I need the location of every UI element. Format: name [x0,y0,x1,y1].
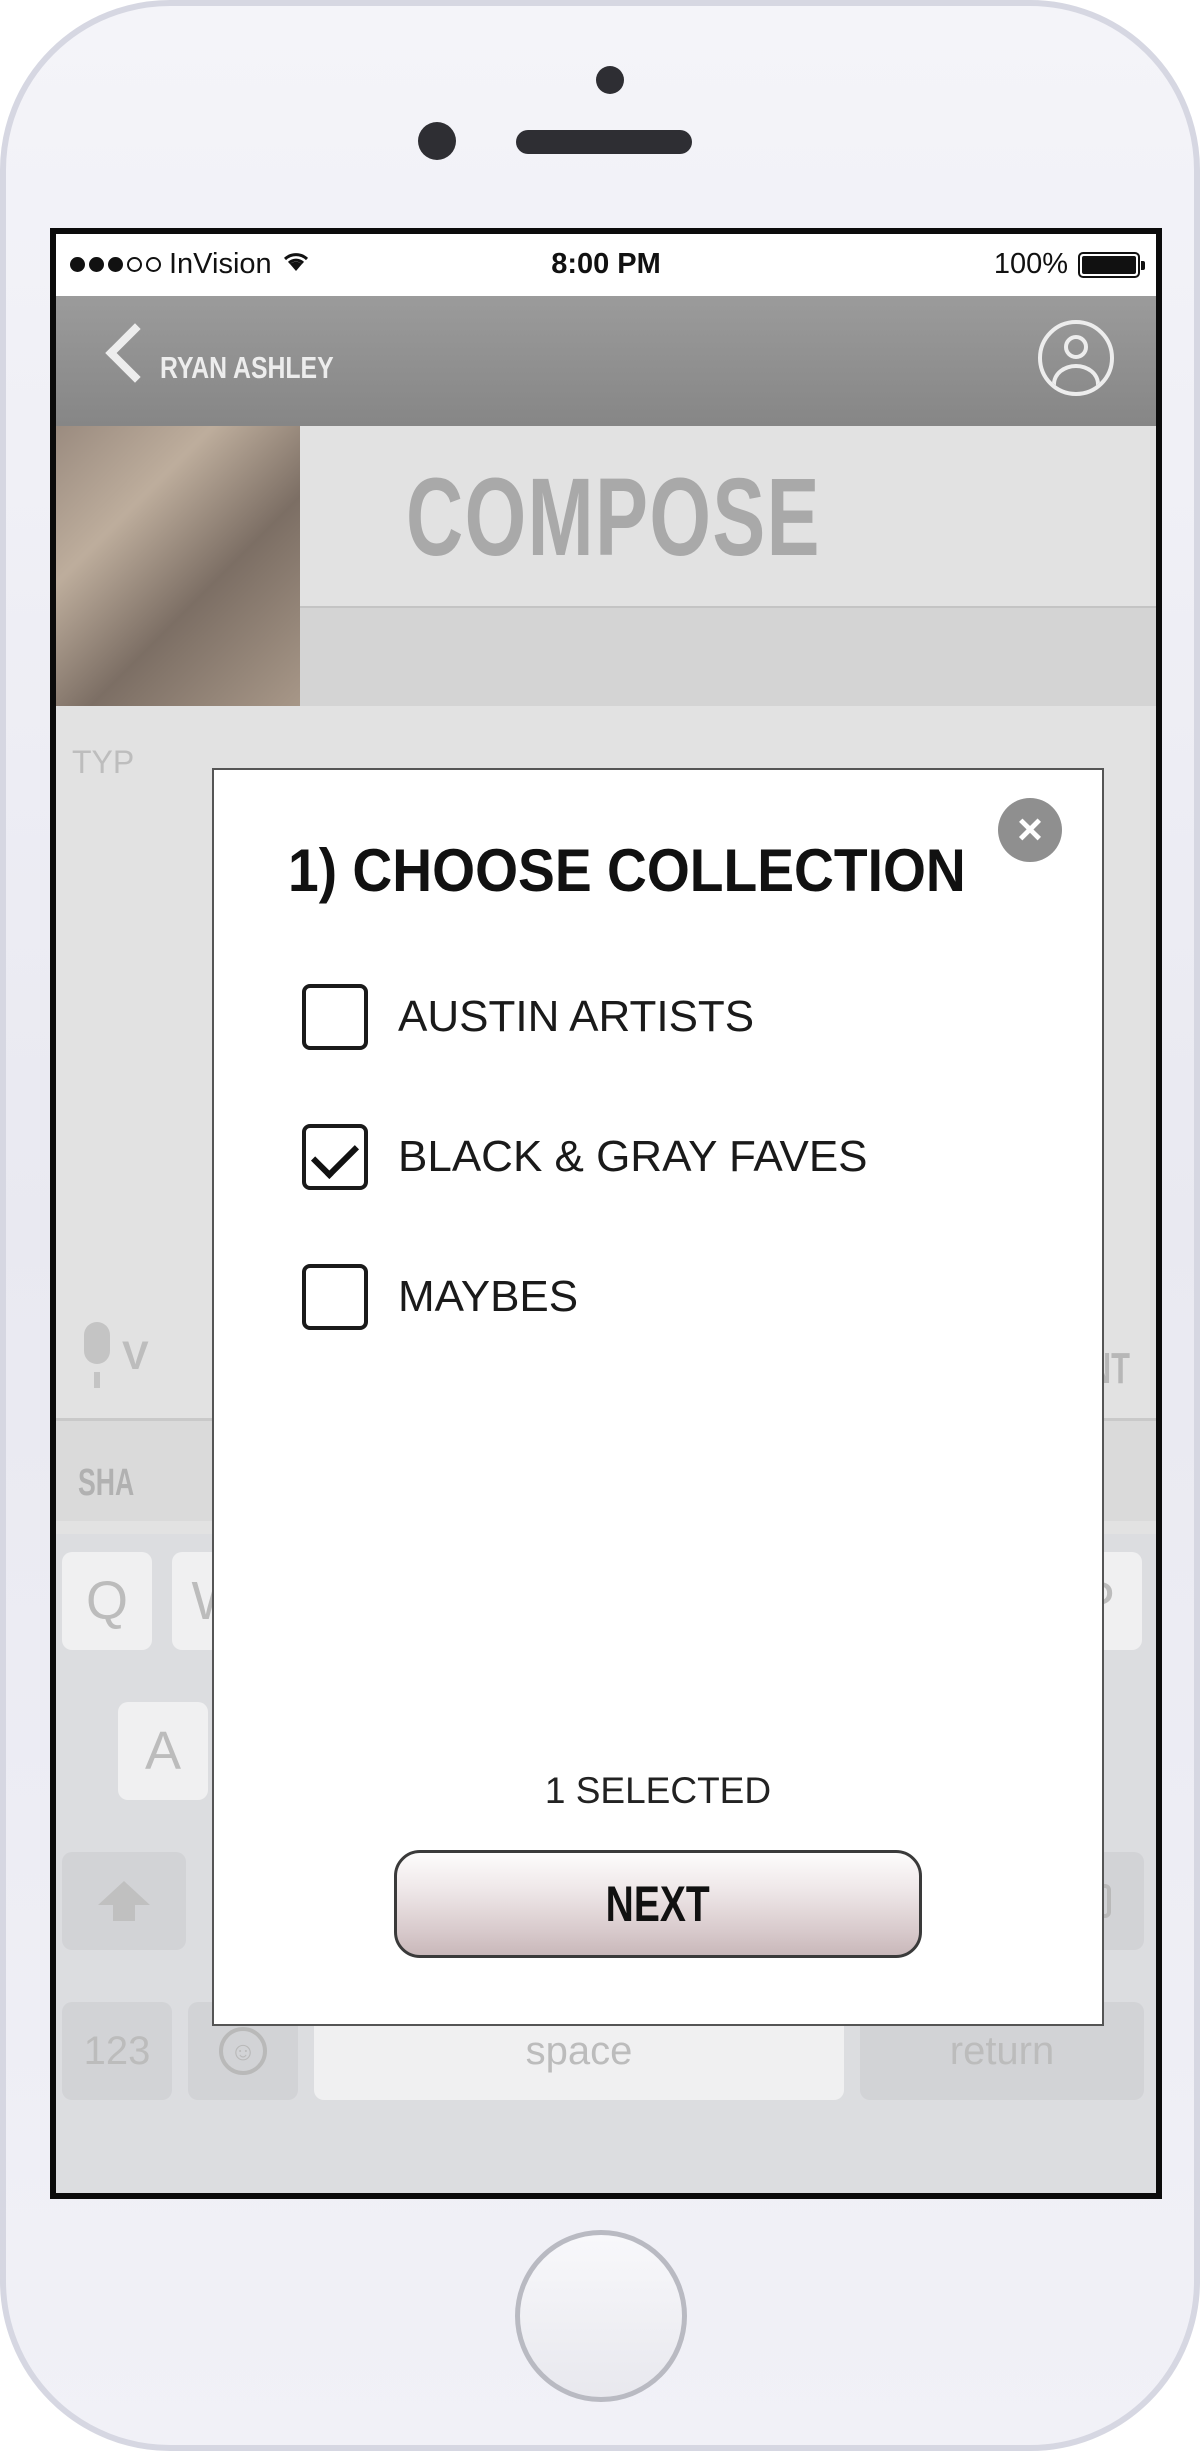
profile-icon[interactable] [1038,320,1114,396]
navigation-bar: RYAN ASHLEY [56,296,1156,426]
collection-option[interactable]: BLACK & GRAY FAVES [302,1120,1002,1194]
share-button[interactable]: SHA [78,1462,134,1505]
home-button[interactable] [515,2230,687,2402]
collection-option[interactable]: AUSTIN ARTISTS [302,980,1002,1054]
profile-body-shape [1052,364,1100,392]
screen: InVision 8:00 PM 100% RYAN ASHLEY COMPOS… [50,228,1162,2199]
close-button[interactable]: × [998,798,1062,862]
battery-percent: 100% [993,248,1068,280]
key-a[interactable]: A [118,1702,208,1800]
voice-label: V [122,1334,149,1378]
microphone-icon[interactable] [84,1322,110,1388]
phone-frame: InVision 8:00 PM 100% RYAN ASHLEY COMPOS… [0,0,1200,2451]
option-label: AUSTIN ARTISTS [398,992,755,1041]
artist-photo [56,426,300,706]
battery-icon [1078,251,1145,278]
key-q[interactable]: Q [62,1552,152,1650]
choose-collection-modal: × 1) CHOOSE COLLECTION AUSTIN ARTISTS BL… [212,768,1104,2026]
next-button[interactable]: NEXT [394,1850,922,1958]
status-bar: InVision 8:00 PM 100% [56,234,1156,296]
front-camera [596,66,624,94]
close-icon: × [1017,805,1043,854]
modal-title: 1) CHOOSE COLLECTION [288,837,966,904]
earpiece-speaker [516,130,692,154]
shift-key[interactable] [62,1852,186,1950]
page-title: COMPOSE [406,456,821,579]
checkmark-icon [310,1130,360,1180]
next-button-label: NEXT [605,1876,711,1932]
numbers-key[interactable]: 123 [62,2002,172,2100]
emoji-icon: ☺ [219,2027,267,2075]
battery-status: 100% [993,248,1145,281]
status-time: 8:00 PM [551,248,661,280]
checkbox[interactable] [302,984,368,1050]
option-label: BLACK & GRAY FAVES [398,1132,868,1181]
profile-head-shape [1064,335,1088,359]
back-button-label[interactable]: RYAN ASHLEY [160,350,334,386]
checkbox[interactable] [302,1124,368,1190]
back-chevron-icon[interactable] [105,323,165,383]
message-placeholder: TYP [72,744,135,780]
camera-sensor [418,122,456,160]
checkbox[interactable] [302,1264,368,1330]
shift-arrow-icon [98,1881,150,1921]
option-label: MAYBES [398,1272,579,1321]
selected-count: 1 SELECTED [544,1770,772,1811]
compose-header-strip [300,606,1156,710]
collection-option[interactable]: MAYBES [302,1260,1002,1334]
